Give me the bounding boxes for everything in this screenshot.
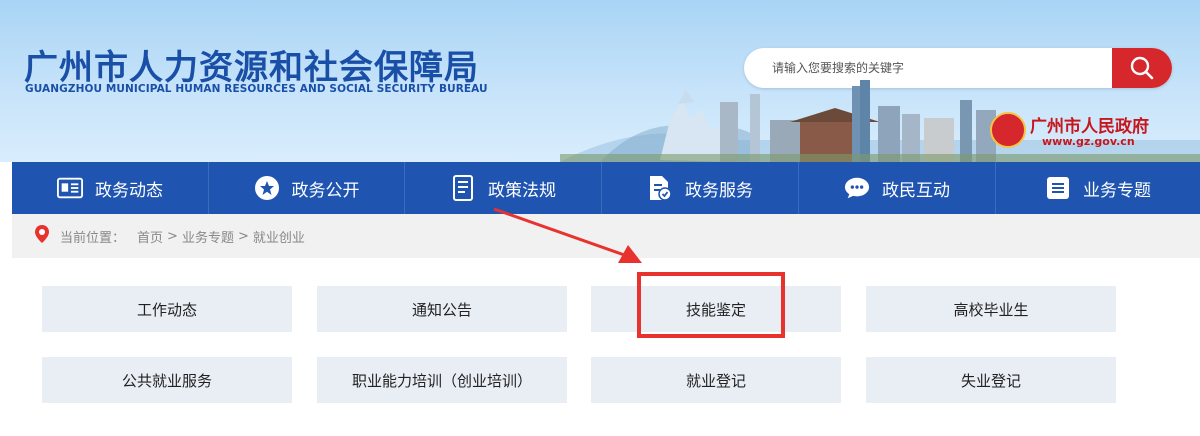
gov-url: www.gz.gov.cn <box>1042 135 1135 148</box>
annotation-arrow <box>493 207 642 263</box>
gov-name: 广州市人民政府 <box>1030 117 1149 137</box>
list-icon <box>1045 175 1071 201</box>
tile-notices[interactable]: 通知公告 <box>317 286 567 332</box>
nav-item-label: 政策法规 <box>488 180 556 201</box>
gov-logo-link[interactable]: 广州市人民政府 www.gz.gov.cn <box>990 108 1166 154</box>
news-icon <box>57 175 83 201</box>
breadcrumb-topics[interactable]: 业务专题 <box>182 227 234 246</box>
site-title[interactable]: 广州市人力资源和社会保障局 <box>24 40 479 89</box>
site-subtitle: GUANGZHOU MUNICIPAL HUMAN RESOURCES AND … <box>25 83 488 95</box>
breadcrumb-label: 当前位置： <box>60 230 126 246</box>
search-icon <box>1130 56 1154 80</box>
nav-item-news[interactable]: 政务动态 <box>12 162 209 214</box>
nav-item-public-info[interactable]: 政务公开 <box>209 162 405 214</box>
nav-item-label: 政务服务 <box>685 180 753 201</box>
nav-item-label: 政务动态 <box>95 180 163 201</box>
breadcrumb-separator: > <box>167 228 178 244</box>
star-icon <box>254 175 280 201</box>
nav-item-interaction[interactable]: 政民互动 <box>799 162 996 214</box>
tile-public-employment-service[interactable]: 公共就业服务 <box>42 357 292 403</box>
tile-work-news[interactable]: 工作动态 <box>42 286 292 332</box>
breadcrumb-home[interactable]: 首页 <box>137 227 163 246</box>
annotation-highlight-box <box>637 272 785 338</box>
chat-icon <box>844 175 870 201</box>
nav-item-label: 政务公开 <box>291 180 360 201</box>
nav-item-label: 业务专题 <box>1083 180 1151 201</box>
nav-item-topics[interactable]: 业务专题 <box>996 162 1200 214</box>
tile-vocational-training[interactable]: 职业能力培训（创业培训） <box>317 357 567 403</box>
tile-graduates[interactable]: 高校毕业生 <box>866 286 1116 332</box>
tile-employment-registration[interactable]: 就业登记 <box>591 357 841 403</box>
breadcrumb-current[interactable]: 就业创业 <box>253 227 305 246</box>
breadcrumb-separator: > <box>237 228 249 244</box>
document-check-icon <box>647 175 673 201</box>
nav-item-label: 政民互动 <box>882 180 950 201</box>
location-pin-icon <box>34 224 50 248</box>
tile-unemployment-registration[interactable]: 失业登记 <box>866 357 1116 403</box>
site-header: 广州市人力资源和社会保障局 GUANGZHOU MUNICIPAL HUMAN … <box>0 0 1200 162</box>
book-icon <box>450 175 476 201</box>
national-emblem-icon <box>990 112 1026 148</box>
